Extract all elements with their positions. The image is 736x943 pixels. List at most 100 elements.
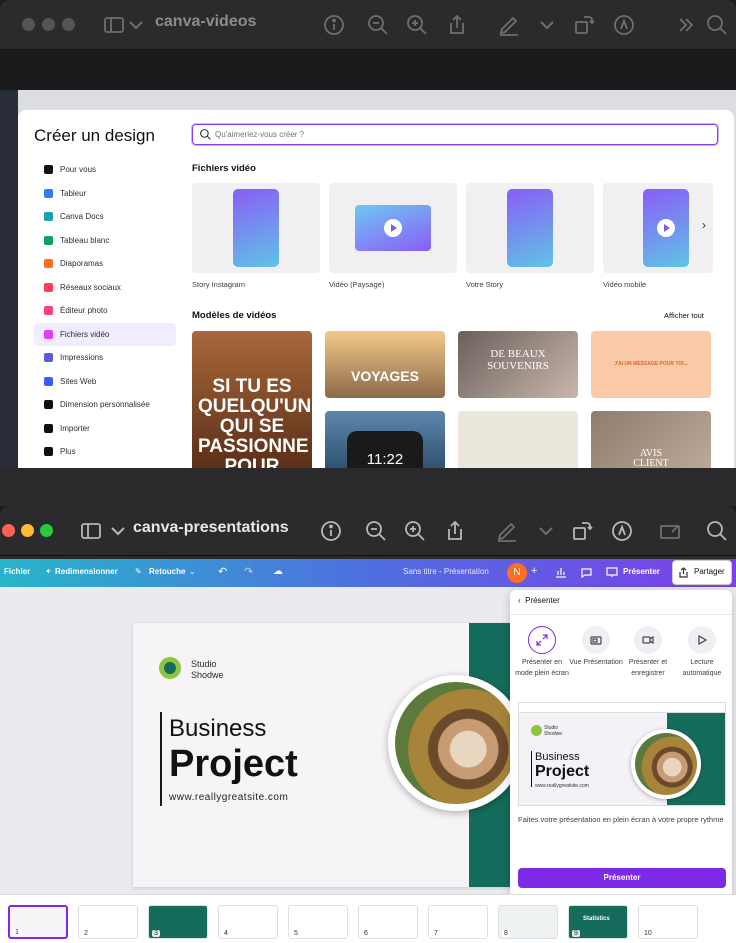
chevron-down-icon[interactable] <box>124 13 143 37</box>
category-item[interactable]: Impressions <box>34 346 176 370</box>
cloud-saved-icon[interactable]: ☁ <box>273 566 283 577</box>
analytics-icon[interactable] <box>555 567 567 580</box>
resize-menu[interactable]: Redimensionner <box>55 567 118 576</box>
category-item[interactable]: Plus <box>34 440 176 464</box>
slide-thumbnail[interactable]: 7 <box>428 905 488 939</box>
comment-icon[interactable] <box>581 567 592 580</box>
category-item[interactable]: Fichiers vidéo <box>34 322 176 346</box>
minimize-button[interactable] <box>21 524 34 537</box>
info-icon[interactable] <box>319 519 343 543</box>
slide-thumbnail[interactable]: 4 <box>218 905 278 939</box>
redo-icon[interactable]: ↷ <box>244 565 253 578</box>
markup-icon[interactable] <box>497 13 521 37</box>
back-button[interactable]: ‹ Présenter <box>518 596 560 605</box>
present-screen-icon <box>606 567 618 580</box>
category-item[interactable]: Tableur <box>34 182 176 206</box>
slide-thumbnail[interactable]: 3 <box>148 905 208 939</box>
more-chevrons-icon[interactable] <box>674 13 698 37</box>
zoom-out-icon[interactable] <box>364 519 388 543</box>
search-icon[interactable] <box>705 13 729 37</box>
close-button[interactable] <box>22 18 35 31</box>
slide-thumbnail[interactable]: 8 <box>498 905 558 939</box>
template-card[interactable]: DE BEAUX SOUVENIRS <box>458 331 578 398</box>
zoom-button[interactable] <box>40 524 53 537</box>
template-card[interactable]: 11:22 <box>325 411 445 468</box>
category-item[interactable]: Diaporamas <box>34 252 176 276</box>
sidebar-icon[interactable] <box>79 519 103 543</box>
zoom-in-icon[interactable] <box>405 13 429 37</box>
slide-thumbnail[interactable]: 1 <box>8 905 68 939</box>
present-button[interactable]: Présenter <box>623 567 660 576</box>
person-photo[interactable] <box>395 682 517 804</box>
template-card[interactable] <box>458 411 578 468</box>
share-icon[interactable] <box>445 13 469 37</box>
slide-thumbnail[interactable]: 10 <box>638 905 698 939</box>
video-type-card[interactable] <box>329 183 457 273</box>
slide-thumbnail[interactable]: 5 <box>288 905 348 939</box>
share-button[interactable]: Partager <box>694 567 725 576</box>
option-autoplay[interactable]: Lecture automatique <box>675 626 729 679</box>
info-icon[interactable] <box>322 13 346 37</box>
option-record[interactable]: Présenter et enregistrer <box>621 626 675 679</box>
sidebar-icon[interactable] <box>102 13 126 37</box>
category-item[interactable]: Pour vous <box>34 158 176 182</box>
category-label: Éditeur photo <box>60 306 108 316</box>
category-item[interactable]: Importer <box>34 417 176 441</box>
undo-icon[interactable]: ↶ <box>218 565 227 578</box>
chevron-down-icon[interactable] <box>535 13 554 37</box>
retouch-menu[interactable]: Retouche <box>149 567 185 576</box>
whiteboard-icon <box>44 235 53 245</box>
rotate-icon[interactable] <box>572 13 596 37</box>
slide-canvas[interactable]: Studio Shodwe Business Project www.reall… <box>133 623 525 887</box>
zoom-out-icon[interactable] <box>366 13 390 37</box>
option-presenter-view[interactable]: Vue Présentation <box>569 626 623 669</box>
panel-title: Présenter <box>525 596 560 605</box>
file-menu[interactable]: Fichier <box>4 567 30 576</box>
chevron-down-icon[interactable]: ⌄ <box>189 567 196 576</box>
rotate-icon[interactable] <box>570 519 594 543</box>
chevron-down-icon[interactable] <box>534 519 553 543</box>
sparkle-icon <box>44 165 53 175</box>
zoom-in-icon[interactable] <box>403 519 427 543</box>
markup-icon[interactable] <box>495 519 519 543</box>
minimize-button[interactable] <box>42 18 55 31</box>
category-item[interactable]: Sites Web <box>34 370 176 394</box>
category-item[interactable]: Canva Docs <box>34 205 176 229</box>
share-icon[interactable] <box>443 519 467 543</box>
category-item[interactable]: Tableau blanc <box>34 229 176 253</box>
option-fullscreen[interactable]: Présenter en mode plein écran <box>515 626 569 679</box>
category-label: Dimension personnalisée <box>60 400 150 410</box>
category-item[interactable]: Réseaux sociaux <box>34 276 176 300</box>
close-button[interactable] <box>2 524 15 537</box>
search-icon[interactable] <box>705 519 729 543</box>
add-icon[interactable]: + <box>531 565 537 577</box>
zoom-button[interactable] <box>62 18 75 31</box>
present-fullscreen-button[interactable]: Présenter <box>518 868 726 888</box>
video-type-card[interactable] <box>603 183 713 273</box>
annotate-icon[interactable] <box>612 13 636 37</box>
video-type-label: Story Instagram <box>192 280 245 289</box>
template-card[interactable]: SI TU ES QUELQU'UN QUI SE PASSIONNE POUR <box>192 331 312 468</box>
see-all-link[interactable]: Afficher tout <box>664 311 704 320</box>
preview-brand-line2: Shodwe <box>544 731 563 737</box>
document-title[interactable]: Sans titre - Présentation <box>403 567 489 576</box>
video-type-card[interactable] <box>466 183 594 273</box>
video-icon <box>44 329 53 339</box>
avatar[interactable]: N <box>507 563 527 583</box>
video-type-card[interactable] <box>192 183 320 273</box>
slide-thumbnail[interactable]: Statistics 9 <box>568 905 628 939</box>
chevron-down-icon[interactable] <box>106 519 125 543</box>
template-card[interactable]: VOYAGES <box>325 331 445 398</box>
form-fill-icon[interactable] <box>658 519 682 543</box>
slide-thumbnail[interactable]: 6 <box>358 905 418 939</box>
category-item[interactable]: Éditeur photo <box>34 299 176 323</box>
template-card[interactable]: J'AI UN MESSAGE POUR TOI... <box>591 331 711 398</box>
presenter-view-icon <box>582 626 610 654</box>
slide-thumbnail[interactable]: 2 <box>78 905 138 939</box>
annotate-icon[interactable] <box>610 519 634 543</box>
search-box[interactable] <box>192 124 718 145</box>
search-input[interactable] <box>215 127 695 142</box>
scroll-right-icon[interactable]: › <box>702 218 706 232</box>
category-item[interactable]: Dimension personnalisée <box>34 393 176 417</box>
template-card[interactable]: AVIS CLIENT <box>591 411 711 468</box>
